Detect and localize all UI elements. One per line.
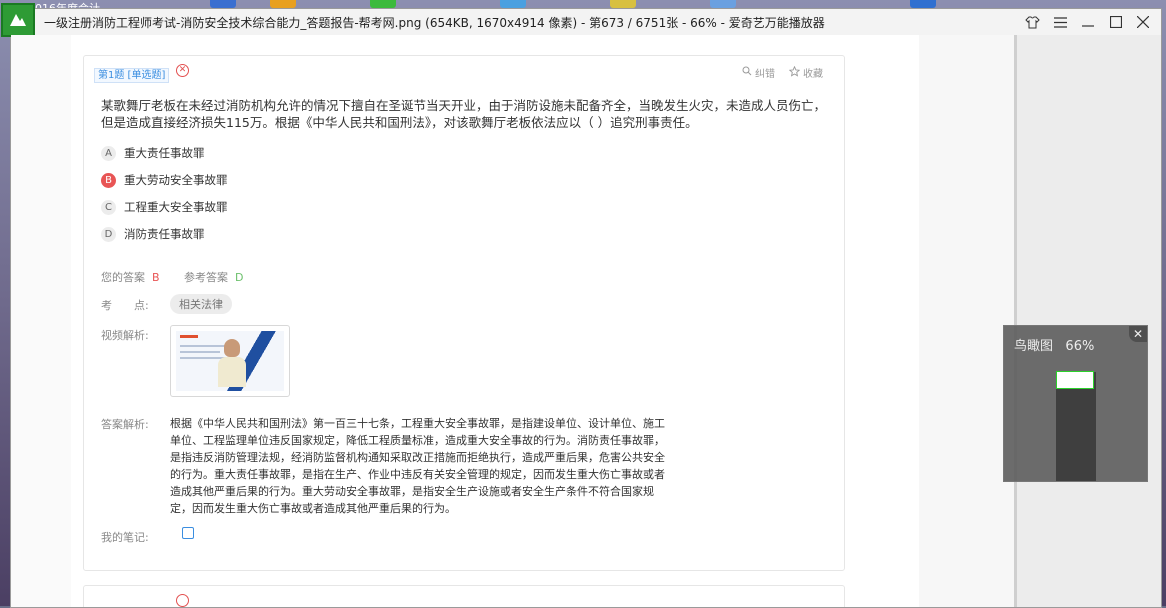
option-text: 消防责任事故罪 bbox=[124, 227, 205, 241]
wrong-answer-icon bbox=[176, 594, 189, 607]
birdseye-zoom: 66% bbox=[1065, 339, 1095, 354]
option-a[interactable]: A 重大责任事故罪 bbox=[101, 145, 205, 161]
wrong-answer-icon: ✕ bbox=[176, 64, 189, 77]
question-text: 某歌舞厅老板在未经过消防机构允许的情况下擅自在圣诞节当天开业，由于消防设施未配备… bbox=[101, 98, 827, 130]
option-text: 重大劳动安全事故罪 bbox=[124, 173, 228, 187]
search-icon bbox=[742, 66, 752, 79]
maximize-icon[interactable] bbox=[1105, 13, 1127, 31]
menu-icon[interactable] bbox=[1049, 13, 1071, 31]
option-c[interactable]: C 工程重大安全事故罪 bbox=[101, 199, 228, 215]
birdseye-title: 鸟瞰图 66% bbox=[1014, 339, 1095, 354]
desktop-shortcut-icon[interactable] bbox=[370, 0, 396, 8]
point-label: 考 点: bbox=[101, 299, 149, 312]
option-d[interactable]: D 消防责任事故罪 bbox=[101, 226, 205, 242]
video-label: 视频解析: bbox=[101, 329, 149, 342]
title-bar[interactable]: 一级注册消防工程师考试-消防安全技术综合能力_答题报告-帮考网.png (654… bbox=[1, 3, 1161, 37]
star-icon bbox=[788, 65, 801, 80]
correct-error-link[interactable]: 纠错 bbox=[742, 65, 775, 80]
skin-icon[interactable] bbox=[1021, 13, 1043, 31]
analysis-label: 答案解析: bbox=[101, 418, 149, 431]
your-answer-row: 您的答案 B bbox=[101, 271, 160, 284]
option-text: 重大责任事故罪 bbox=[124, 146, 205, 160]
desktop-shortcut-icon[interactable] bbox=[710, 0, 736, 8]
option-letter: D bbox=[101, 226, 116, 242]
notes-label: 我的笔记: bbox=[101, 531, 149, 544]
close-icon[interactable]: ✕ bbox=[1129, 326, 1147, 342]
close-icon[interactable] bbox=[1132, 13, 1154, 31]
desktop-shortcut-icon[interactable] bbox=[210, 0, 236, 8]
desktop-shortcut-icon[interactable] bbox=[910, 0, 936, 8]
next-question-card bbox=[83, 585, 845, 607]
your-answer-value: B bbox=[152, 271, 160, 284]
edit-note-icon[interactable] bbox=[182, 527, 194, 539]
window-title: 一级注册消防工程师考试-消防安全技术综合能力_答题报告-帮考网.png (654… bbox=[44, 16, 825, 30]
option-letter: A bbox=[101, 145, 116, 161]
iqiyi-app-icon bbox=[1, 3, 35, 37]
option-b[interactable]: B 重大劳动安全事故罪 bbox=[101, 172, 228, 188]
desktop-shortcut-icon[interactable] bbox=[500, 0, 526, 8]
desktop-shortcut-icon[interactable] bbox=[270, 0, 296, 8]
presenter-figure bbox=[224, 339, 240, 357]
birdseye-viewport-frame[interactable] bbox=[1056, 371, 1094, 389]
point-tag[interactable]: 相关法律 bbox=[170, 294, 232, 314]
option-letter: C bbox=[101, 199, 116, 215]
option-letter: B bbox=[101, 172, 116, 188]
analysis-text: 根据《中华人民共和国刑法》第一百三十七条，工程重大安全事故罪，是指建设单位、设计… bbox=[170, 417, 665, 515]
question-type-tag: 第1题 [单选题] bbox=[94, 68, 170, 83]
option-text: 工程重大安全事故罪 bbox=[124, 200, 228, 214]
displayed-image: 第1题 [单选题] ✕ 纠错 收藏 某歌舞厅老板在未经过消防机构允许的情况下擅自… bbox=[11, 35, 1014, 607]
desktop-shortcut-icon[interactable] bbox=[610, 0, 636, 8]
video-thumbnail[interactable] bbox=[170, 325, 290, 397]
image-viewport[interactable]: 第1题 [单选题] ✕ 纠错 收藏 某歌舞厅老板在未经过消防机构允许的情况下擅自… bbox=[11, 35, 1161, 607]
minimize-icon[interactable] bbox=[1077, 13, 1099, 31]
reference-answer-row: 参考答案 D bbox=[184, 271, 244, 284]
image-viewer-window: 一级注册消防工程师考试-消防安全技术综合能力_答题报告-帮考网.png (654… bbox=[1, 3, 1162, 608]
favorite-link[interactable]: 收藏 bbox=[788, 65, 823, 80]
question-card: 第1题 [单选题] ✕ 纠错 收藏 某歌舞厅老板在未经过消防机构允许的情况下擅自… bbox=[83, 55, 845, 571]
birdseye-panel[interactable]: 鸟瞰图 66% ✕ bbox=[1003, 325, 1148, 482]
reference-answer-value: D bbox=[235, 271, 244, 284]
